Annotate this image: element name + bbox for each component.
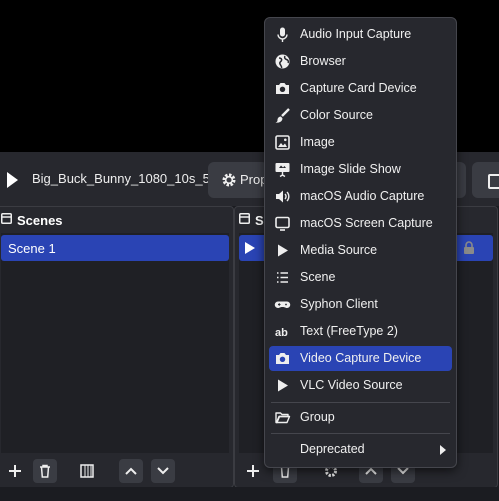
sources-title: S: [255, 213, 264, 228]
menu-item-media-source[interactable]: Media Source: [269, 238, 452, 263]
scenes-dock: Scenes Scene 1: [0, 206, 234, 488]
filter-icon: [80, 464, 94, 478]
slideshow-icon: [275, 163, 290, 178]
menu-item-macos-screen-capture[interactable]: macOS Screen Capture: [269, 211, 452, 236]
trash-icon: [40, 464, 50, 478]
play-icon: [278, 379, 288, 392]
gamepad-icon: [274, 301, 291, 308]
menu-item-syphon-client[interactable]: Syphon Client: [269, 292, 452, 317]
add-scene-button[interactable]: [3, 459, 27, 483]
lock-icon[interactable]: [463, 241, 475, 255]
media-source-icon: [245, 242, 255, 254]
scene-item[interactable]: Scene 1: [1, 235, 229, 261]
toggle-button[interactable]: [472, 162, 499, 198]
scenes-list: Scene 1: [1, 233, 229, 453]
scenes-dock-title: Scenes: [0, 207, 233, 231]
submenu-arrow-icon: [440, 445, 446, 455]
menu-item-image[interactable]: Image: [269, 130, 452, 155]
play-icon[interactable]: [4, 168, 20, 192]
move-scene-down-button[interactable]: [151, 459, 175, 483]
plus-icon: [9, 465, 21, 477]
play-icon: [278, 244, 288, 257]
microphone-icon: [277, 27, 288, 42]
menu-item-video-capture-device[interactable]: Video Capture Device: [269, 346, 452, 371]
menu-item-macos-audio-capture[interactable]: macOS Audio Capture: [269, 184, 452, 209]
camera-icon: [276, 353, 289, 364]
chevron-up-icon: [125, 467, 137, 475]
move-scene-up-button[interactable]: [119, 459, 143, 483]
menu-item-deprecated[interactable]: Deprecated: [269, 437, 452, 462]
menu-item-text-freetype-2[interactable]: ab Text (FreeType 2): [269, 319, 452, 344]
menu-item-image-slide-show[interactable]: Image Slide Show: [269, 157, 452, 182]
globe-icon: [275, 54, 290, 69]
plus-icon: [247, 465, 259, 477]
menu-item-vlc-video-source[interactable]: VLC Video Source: [269, 373, 452, 398]
remove-scene-button[interactable]: [33, 459, 57, 483]
menu-separator: [271, 433, 450, 434]
list-icon: [277, 272, 288, 283]
speaker-icon: [276, 190, 290, 203]
status-bar: [0, 487, 499, 501]
scene-item-label: Scene 1: [8, 241, 56, 256]
folder-open-icon: [275, 412, 291, 424]
image-icon: [275, 135, 290, 150]
camera-icon: [276, 83, 289, 94]
menu-item-audio-input-capture[interactable]: Audio Input Capture: [269, 22, 452, 47]
dock-icon: [239, 213, 250, 224]
gear-icon: [222, 173, 236, 187]
menu-item-group[interactable]: Group: [269, 405, 452, 430]
chevron-down-icon: [157, 467, 169, 475]
menu-item-capture-card-device[interactable]: Capture Card Device: [269, 76, 452, 101]
dock-icon: [1, 213, 12, 224]
menu-separator: [271, 402, 450, 403]
menu-item-scene[interactable]: Scene: [269, 265, 452, 290]
properties-button[interactable]: Prop: [208, 162, 268, 198]
svg-text:ab: ab: [275, 327, 288, 339]
paintbrush-icon: [275, 108, 290, 123]
scenes-toolbar: [0, 455, 233, 487]
media-name: Big_Buck_Bunny_1080_10s_5: [32, 171, 210, 186]
checkbox-icon: [488, 174, 499, 189]
scenes-title: Scenes: [17, 213, 63, 228]
monitor-icon: [275, 216, 290, 231]
add-source-button[interactable]: [241, 459, 265, 483]
menu-item-browser[interactable]: Browser: [269, 49, 452, 74]
menu-item-color-source[interactable]: Color Source: [269, 103, 452, 128]
text-icon: ab: [275, 327, 288, 339]
add-source-menu: Audio Input Capture Browser Capture Card…: [264, 17, 457, 468]
scene-filters-button[interactable]: [75, 459, 99, 483]
